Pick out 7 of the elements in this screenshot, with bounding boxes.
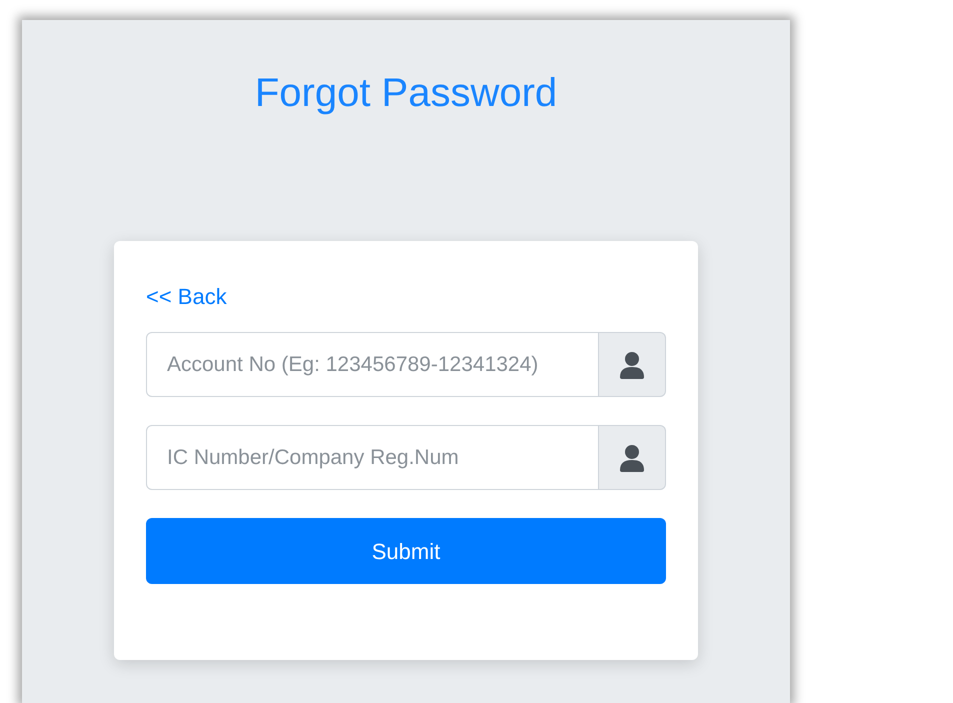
user-icon <box>619 350 645 378</box>
back-link[interactable]: << Back <box>146 283 227 311</box>
input-field[interactable]: Account No (Eg: 123456789-12341324) <box>146 332 599 397</box>
input-field[interactable]: IC Number/Company Reg.Num <box>146 425 599 490</box>
page-title: Forgot Password <box>254 70 558 117</box>
submit-button[interactable]: Submit <box>146 518 666 584</box>
user-icon <box>619 444 645 472</box>
